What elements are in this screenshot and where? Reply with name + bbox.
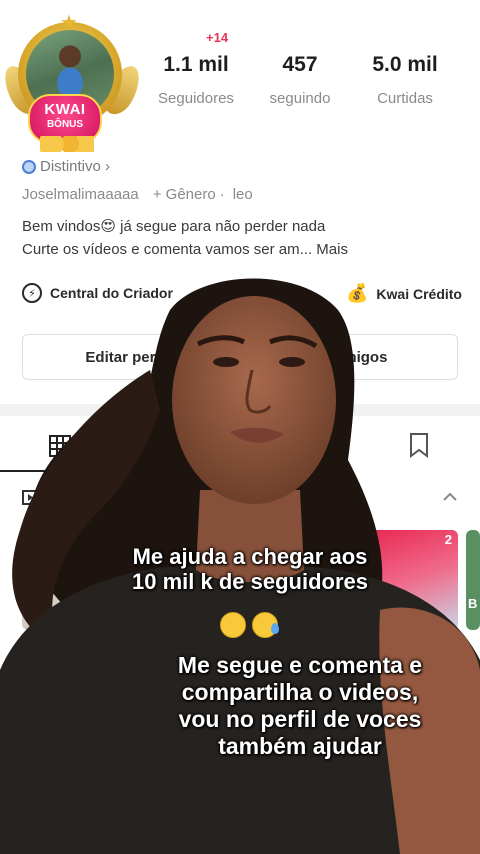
likes-label: Curtidas [377, 90, 433, 107]
caption-line-1: Me ajuda a chegar aos [132, 544, 368, 569]
distintivo-link[interactable]: Distintivo › [22, 158, 110, 175]
username: Joselmalimaaaaa [22, 186, 139, 203]
distintivo-icon [22, 159, 36, 174]
meta-separator: · [219, 186, 225, 203]
zodiac-sign: leo [232, 186, 253, 203]
following-count: 457 [282, 53, 318, 76]
followers-count: 1.1 mil [163, 53, 229, 76]
profile-avatar[interactable]: ★ KWAI BÔNUS [0, 12, 147, 158]
crying-face-icon [252, 612, 279, 638]
new-followers-badge: +14 [206, 30, 229, 45]
followers-label: Seguidores [158, 90, 234, 107]
likes-count: 5.0 mil [372, 53, 438, 76]
caption-line-3: Me segue e comenta e [177, 652, 423, 678]
star-icon: ★ [60, 12, 78, 34]
bio-line-1: Bem vindos😍 já segue para não perder nad… [22, 218, 326, 235]
caption-line-6: também ajudar [218, 733, 382, 760]
caption-line-5: vou no perfil de voces [178, 706, 422, 733]
bio-line-2[interactable]: Curte os vídeos e comenta vamos ser am..… [22, 241, 348, 258]
profile-meta: Joselmalimaaaaa + Gênero · leo [22, 186, 253, 203]
stat-following[interactable]: 457 seguindo [250, 52, 350, 107]
kwai-badge-title: KWAI [44, 101, 86, 118]
distintivo-label: Distintivo › [40, 158, 111, 175]
caption-line-4: compartilha o videos, [181, 679, 419, 706]
stat-followers[interactable]: 1.1 mil Seguidores [146, 52, 246, 107]
caption-line-2: 10 mil k de seguidores [132, 569, 368, 595]
caption-secondary: Me segue e comenta e compartilha o video… [140, 652, 460, 761]
emoji-row [220, 612, 284, 642]
coins-decoration [40, 136, 94, 152]
caption-primary: Me ajuda a chegar aos 10 mil k de seguid… [90, 544, 410, 595]
gender-button[interactable]: + Gênero [153, 186, 216, 203]
stat-likes[interactable]: 5.0 mil Curtidas [355, 52, 455, 107]
following-label: seguindo [269, 90, 331, 107]
kwai-badge-subtitle: BÔNUS [46, 119, 84, 130]
pleading-face-icon [220, 612, 246, 638]
